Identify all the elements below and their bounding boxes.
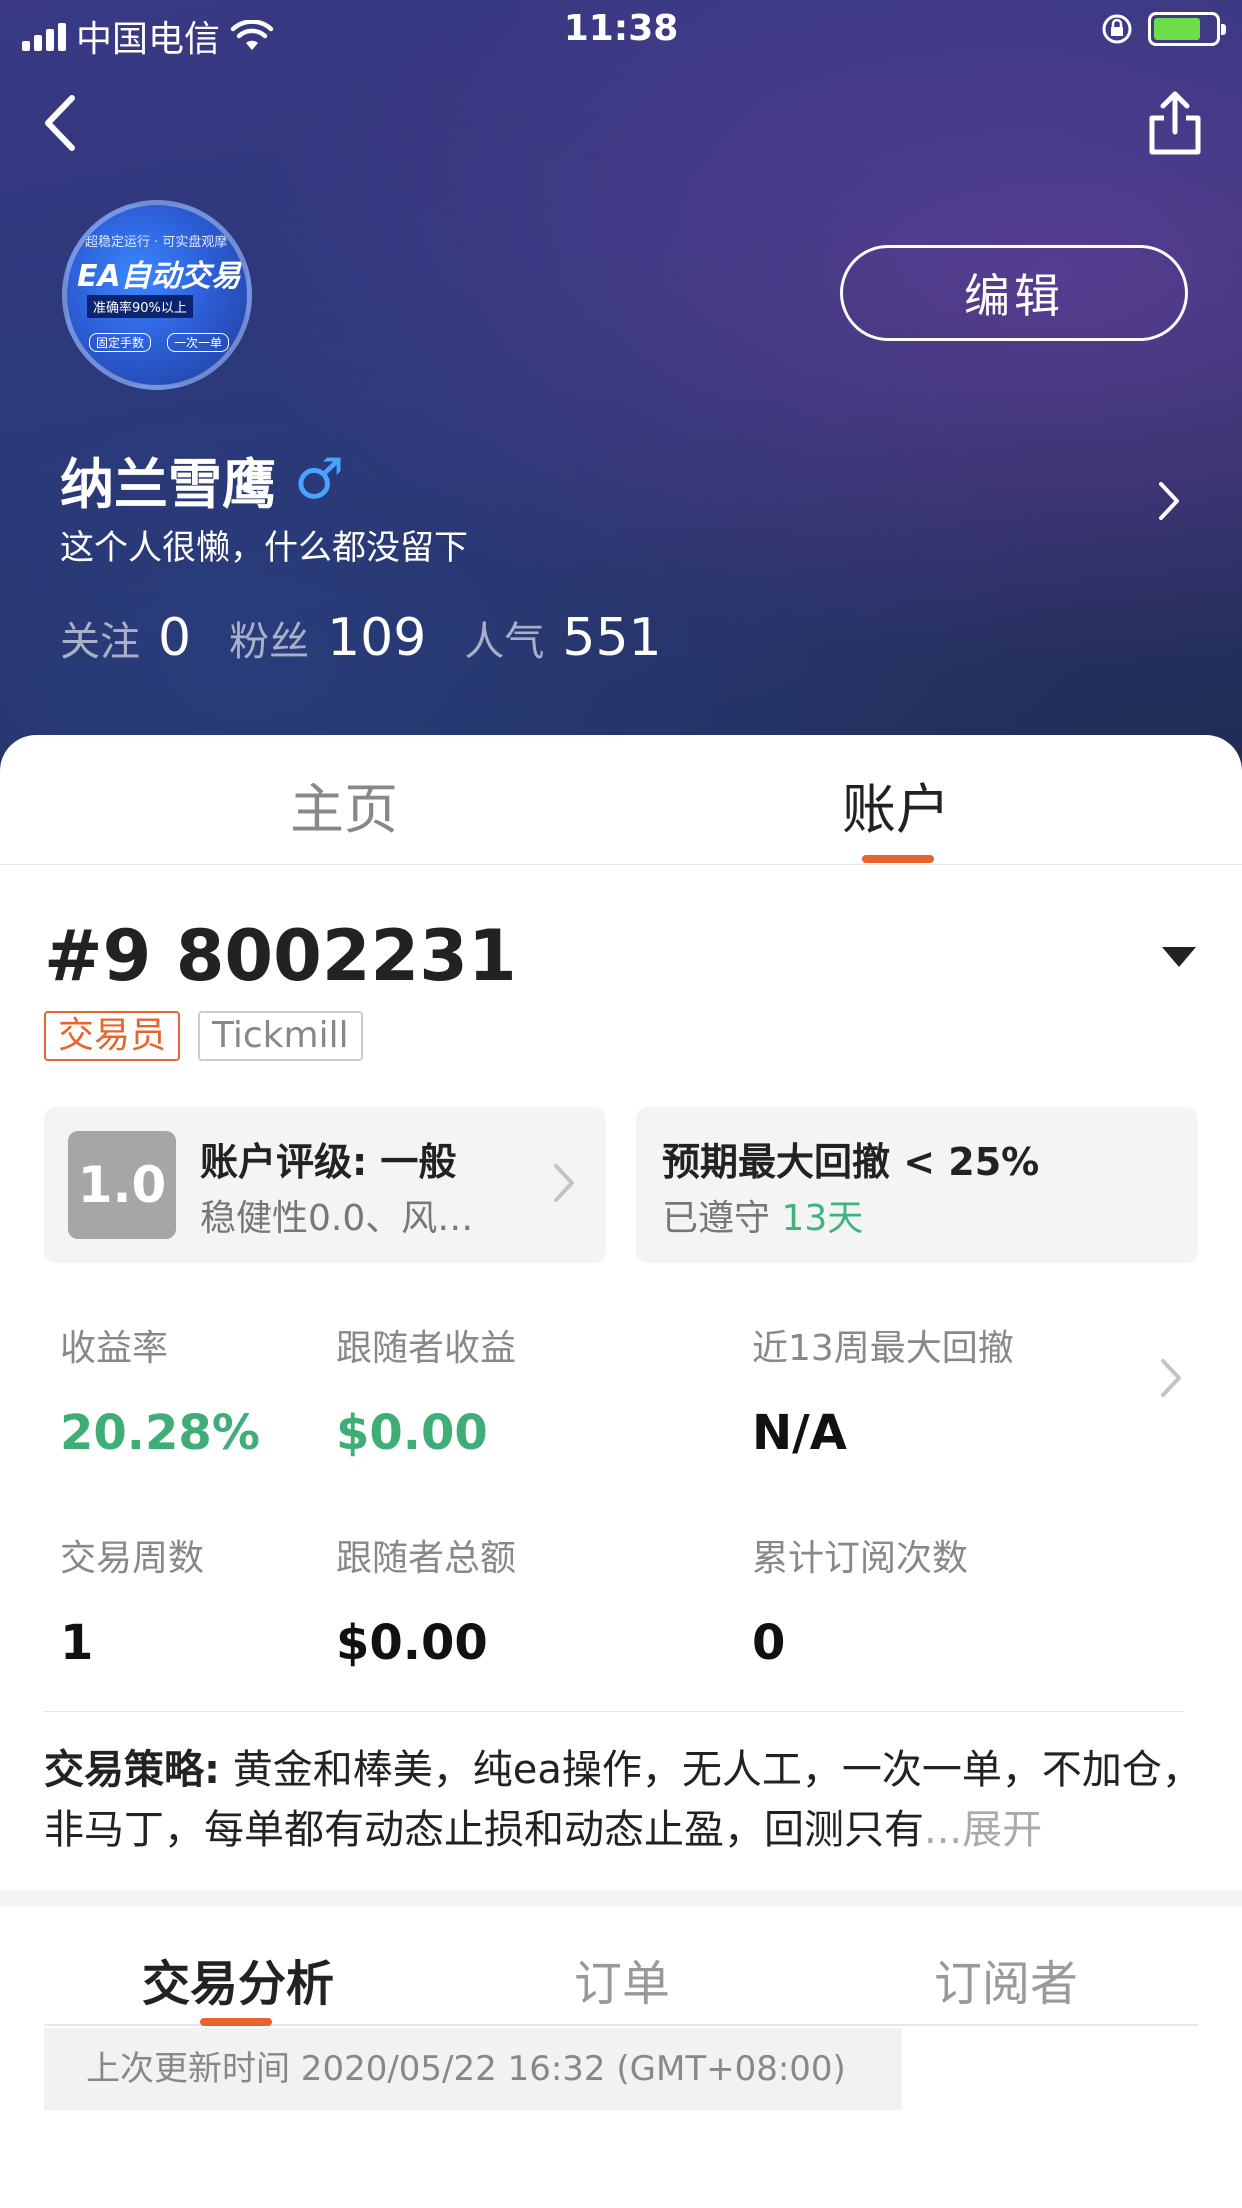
popularity-label: 人气	[464, 619, 545, 665]
metric-value: N/A	[752, 1405, 847, 1461]
top-tab-bar: 主页 账户	[0, 735, 1242, 865]
metric-trading-weeks: 交易周数 1	[60, 1529, 204, 1671]
expand-link[interactable]: 展开	[962, 1807, 1042, 1853]
status-right	[1100, 12, 1226, 46]
strategy-label: 交易策略:	[44, 1747, 220, 1793]
username: 纳兰雪鹰	[60, 453, 276, 516]
active-tab-indicator	[200, 2018, 272, 2026]
metric-label: 收益率	[60, 1328, 169, 1369]
metric-subscriptions: 累计订阅次数 0	[752, 1529, 968, 1671]
fans-label: 粉丝	[229, 619, 310, 665]
share-icon[interactable]	[1146, 88, 1204, 158]
profile-stats: 关注 0 粉丝 109 人气 551	[60, 608, 682, 668]
profile-header: 中国电信 11:38 超稳定运行 · 可实盘观摩 EA自动交易 准确率90%以上…	[0, 0, 1242, 780]
tab-subscribers[interactable]: 订阅者	[934, 1944, 1078, 2014]
metric-follower-profit: 跟随者收益 $0.00	[336, 1319, 516, 1461]
chevron-right-icon[interactable]	[1158, 1355, 1184, 1401]
role-tag: 交易员	[44, 1011, 181, 1061]
male-gender-icon: ♂	[294, 447, 345, 512]
battery-icon	[1148, 12, 1226, 46]
metric-value: 1	[60, 1615, 94, 1671]
kept-days: 13天	[781, 1198, 864, 1239]
metric-label: 跟随者总额	[336, 1538, 517, 1579]
drawdown-title: 预期最大回撤 < 25%	[662, 1140, 1040, 1184]
edit-profile-button[interactable]: 编辑	[840, 245, 1188, 341]
metric-label: 交易周数	[60, 1538, 205, 1579]
avatar-tag: 一次一单	[167, 333, 230, 352]
back-arrow-icon[interactable]	[38, 88, 82, 158]
profile-bio: 这个人很懒，什么都没留下	[60, 528, 468, 568]
fans-count[interactable]: 109	[327, 608, 426, 668]
section-separator	[0, 1890, 1242, 1906]
account-number: #9 8002231	[44, 915, 517, 997]
tab-account[interactable]: 账户	[842, 765, 950, 844]
trading-strategy: 交易策略: 黄金和棒美，纯ea操作，无人工，一次一单，不加仓，非马丁，每单都有动…	[44, 1740, 1204, 1860]
expected-drawdown-card: 预期最大回撤 < 25% 已遵守 13天	[636, 1107, 1198, 1263]
tab-home[interactable]: 主页	[290, 765, 398, 844]
rotation-lock-icon	[1102, 14, 1132, 44]
avatar-title: EA自动交易	[77, 259, 241, 294]
metric-return: 收益率 20.28%	[60, 1319, 260, 1461]
popularity-count: 551	[562, 608, 662, 668]
bottom-tab-bar: 交易分析 订单 订阅者	[44, 1906, 1198, 2026]
strategy-ellipsis: ...	[924, 1807, 963, 1853]
metric-label: 跟随者收益	[336, 1328, 517, 1369]
chevron-right-icon[interactable]	[1156, 478, 1182, 524]
content-card: 主页 账户 #9 8002231 交易员 Tickmill 1.0 账户评级: …	[0, 735, 1242, 2208]
username-row[interactable]: 纳兰雪鹰 ♂	[60, 440, 344, 519]
divider	[44, 1711, 1184, 1712]
metric-value: $0.00	[336, 1405, 488, 1461]
active-tab-indicator	[862, 855, 934, 863]
avatar-caption: 超稳定运行 · 可实盘观摩	[85, 235, 228, 250]
avatar[interactable]: 超稳定运行 · 可实盘观摩 EA自动交易 准确率90%以上 固定手数 一次一单	[62, 200, 252, 390]
broker-tag: Tickmill	[198, 1011, 363, 1061]
metric-max-drawdown[interactable]: 近13周最大回撤 N/A	[752, 1319, 1014, 1461]
chevron-right-icon	[554, 1164, 574, 1202]
following-label: 关注	[60, 619, 140, 665]
following-count[interactable]: 0	[158, 608, 191, 668]
rating-detail: 稳健性0.0、风…	[200, 1198, 474, 1239]
tab-trade-analysis[interactable]: 交易分析	[142, 1944, 334, 2014]
avatar-tag: 固定手数	[89, 333, 152, 352]
metric-label: 近13周最大回撤	[752, 1328, 1014, 1369]
status-time: 11:38	[563, 8, 679, 49]
rating-title: 账户评级: 一般	[200, 1140, 457, 1184]
account-rating-card[interactable]: 1.0 账户评级: 一般 稳健性0.0、风…	[44, 1107, 606, 1263]
metric-follower-total: 跟随者总额 $0.00	[336, 1529, 516, 1671]
metric-value: 0	[752, 1615, 786, 1671]
status-bar: 中国电信 11:38	[0, 0, 1242, 62]
metric-label: 累计订阅次数	[752, 1538, 969, 1579]
tab-orders[interactable]: 订单	[574, 1944, 670, 2014]
last-update-time: 上次更新时间 2020/05/22 16:32 (GMT+08:00)	[44, 2028, 902, 2110]
metric-value: 20.28%	[60, 1405, 260, 1461]
rating-score: 1.0	[68, 1131, 176, 1239]
metric-value: $0.00	[336, 1615, 488, 1671]
avatar-subtitle: 准确率90%以上	[87, 295, 193, 318]
kept-label: 已遵守	[662, 1198, 771, 1239]
drawdown-kept: 已遵守 13天	[662, 1189, 863, 1241]
dropdown-triangle-icon[interactable]	[1160, 945, 1198, 969]
